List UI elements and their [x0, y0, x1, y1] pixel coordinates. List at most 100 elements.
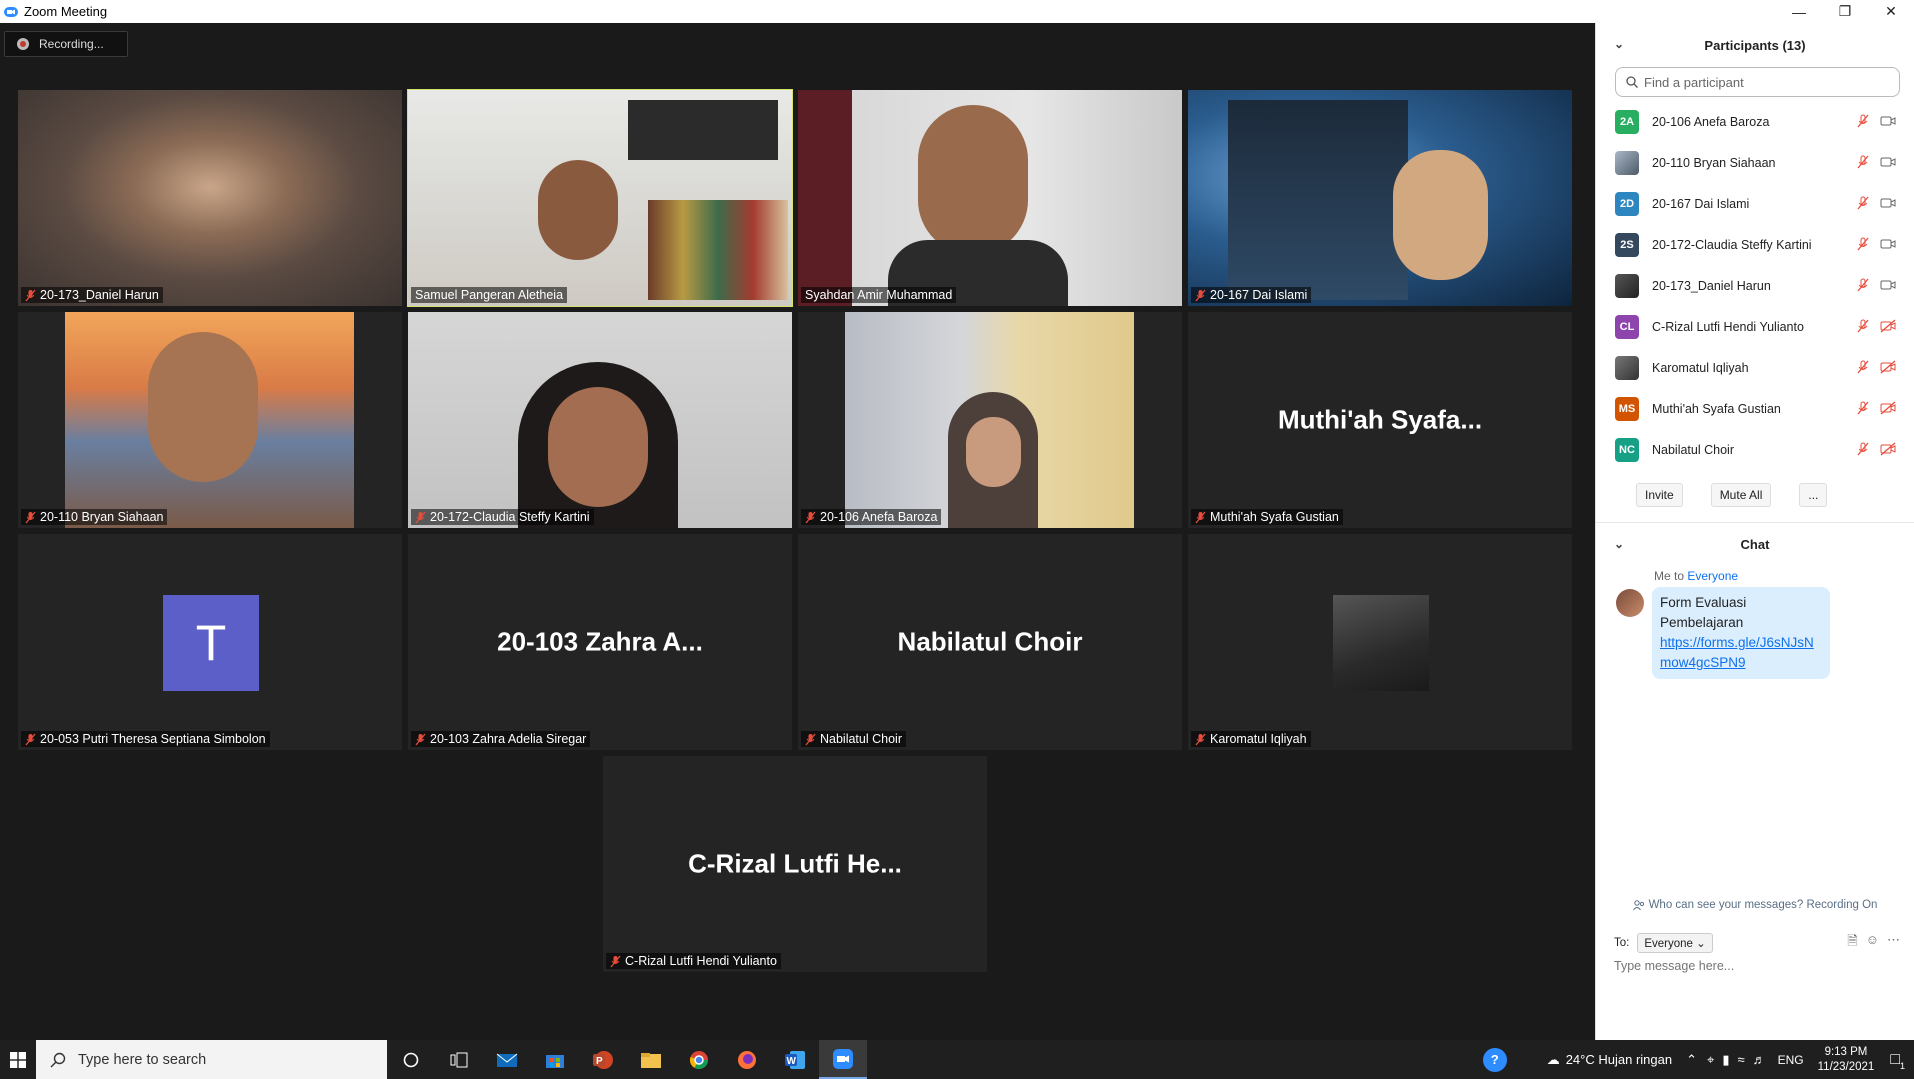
mic-muted-icon[interactable] [1856, 237, 1870, 251]
word-app-icon[interactable]: W [771, 1040, 819, 1079]
mic-muted-icon[interactable] [1856, 319, 1870, 333]
message-bubble: Form Evaluasi Pembelajaran https://forms… [1652, 587, 1830, 679]
more-options-button[interactable]: ... [1799, 483, 1828, 507]
mic-muted-icon[interactable] [1856, 360, 1870, 374]
mic-muted-icon[interactable] [1856, 401, 1870, 415]
participant-display-name: Nabilatul Choir [897, 626, 1083, 657]
video-camera-icon[interactable] [1880, 278, 1896, 292]
video-tile[interactable]: 20-110 Bryan Siahaan [18, 312, 402, 528]
store-app-icon[interactable] [531, 1040, 579, 1079]
participant-row[interactable]: NC Nabilatul Choir [1596, 429, 1914, 470]
who-can-see-notice[interactable]: Who can see your messages? Recording On [1596, 899, 1914, 911]
video-tile[interactable]: T 20-053 Putri Theresa Septiana Simbolon [18, 534, 402, 750]
file-explorer-icon[interactable] [627, 1040, 675, 1079]
clock[interactable]: 9:13 PM 11/23/2021 [1818, 1045, 1875, 1075]
window-title: Zoom Meeting [24, 4, 108, 19]
video-tile[interactable]: 20-103 Zahra A... 20-103 Zahra Adelia Si… [408, 534, 792, 750]
message-link[interactable]: https://forms.gle/J6sNJsNmow4gcSPN9 [1660, 633, 1822, 673]
participant-display-name: 20-103 Zahra A... [497, 626, 703, 657]
participant-row[interactable]: 2A 20-106 Anefa Baroza [1596, 101, 1914, 142]
task-view-icon[interactable] [435, 1040, 483, 1079]
participant-search-placeholder: Find a participant [1644, 74, 1744, 90]
participant-row[interactable]: 20-110 Bryan Siahaan [1596, 142, 1914, 183]
language-indicator[interactable]: ENG [1778, 1053, 1804, 1067]
participant-name: 20-103 Zahra Adelia Siregar [430, 732, 587, 746]
zoom-taskbar-icon[interactable] [819, 1040, 867, 1079]
collapse-participants-chevron-icon[interactable]: ⌄ [1614, 37, 1624, 51]
volume-icon[interactable]: ♬ [1753, 1052, 1766, 1067]
video-off-icon[interactable] [1880, 442, 1896, 456]
help-icon[interactable]: ? [1482, 1047, 1507, 1072]
video-tile[interactable]: Muthi'ah Syafa... Muthi'ah Syafa Gustian [1188, 312, 1572, 528]
minimize-button[interactable]: — [1776, 0, 1822, 23]
mic-muted-icon[interactable] [1856, 442, 1870, 456]
video-tile[interactable]: Syahdan Amir Muhammad [798, 90, 1182, 306]
cortana-icon[interactable] [387, 1040, 435, 1079]
wifi-icon[interactable]: ≈ [1737, 1052, 1744, 1067]
video-tile[interactable]: 20-167 Dai Islami [1188, 90, 1572, 306]
recipient-dropdown[interactable]: Everyone ⌄ [1637, 933, 1713, 953]
participant-avatar [1615, 150, 1639, 175]
participant-row[interactable]: 20-173_Daniel Harun [1596, 265, 1914, 306]
video-tile[interactable]: C-Rizal Lutfi He... C-Rizal Lutfi Hendi … [603, 756, 987, 972]
chat-message-input[interactable] [1614, 959, 1900, 1029]
video-tile-active-speaker[interactable]: Samuel Pangeran Aletheia [407, 89, 793, 307]
more-icon[interactable]: ⋯ [1887, 932, 1900, 954]
chevron-up-icon[interactable]: ⌃ [1686, 1052, 1697, 1068]
video-off-icon[interactable] [1880, 319, 1896, 333]
video-tile[interactable]: 20-172-Claudia Steffy Kartini [408, 312, 792, 528]
video-camera-icon[interactable] [1880, 155, 1896, 169]
participant-row[interactable]: 2S 20-172-Claudia Steffy Kartini [1596, 224, 1914, 265]
participant-row-name: Karomatul Iqliyah [1652, 360, 1749, 375]
video-person [918, 105, 1028, 255]
collapse-chat-chevron-icon[interactable]: ⌄ [1614, 537, 1624, 551]
start-button[interactable] [0, 1040, 36, 1079]
taskbar-search-box[interactable]: Type here to search [36, 1040, 387, 1079]
invite-button[interactable]: Invite [1636, 483, 1683, 507]
video-tile[interactable]: Nabilatul Choir Nabilatul Choir [798, 534, 1182, 750]
notification-icon[interactable]: □ 1 [1890, 1051, 1905, 1071]
mic-muted-icon [25, 289, 36, 301]
emoji-icon[interactable]: ☺ [1866, 932, 1879, 954]
search-icon [50, 1052, 66, 1067]
video-off-icon[interactable] [1880, 360, 1896, 374]
participant-row[interactable]: 2D 20-167 Dai Islami [1596, 183, 1914, 224]
mic-muted-icon[interactable] [1856, 278, 1870, 292]
participant-row[interactable]: MS Muthi'ah Syafa Gustian [1596, 388, 1914, 429]
participant-row[interactable]: Karomatul Iqliyah [1596, 347, 1914, 388]
mic-muted-icon[interactable] [1856, 196, 1870, 210]
video-camera-icon[interactable] [1880, 114, 1896, 128]
powerpoint-app-icon[interactable]: P [579, 1040, 627, 1079]
participant-name: Muthi'ah Syafa Gustian [1210, 510, 1339, 524]
mic-muted-icon[interactable] [1856, 155, 1870, 169]
taskbar-search-placeholder: Type here to search [78, 1051, 207, 1068]
recording-indicator[interactable]: Recording... [4, 31, 128, 57]
participant-row[interactable]: CL C-Rizal Lutfi Hendi Yulianto [1596, 306, 1914, 347]
file-icon[interactable]: 🗎 [1847, 932, 1857, 954]
video-camera-icon[interactable] [1880, 237, 1896, 251]
mic-muted-icon [805, 733, 816, 745]
message-text-line: Form Evaluasi [1660, 595, 1747, 610]
participant-name: 20-173_Daniel Harun [40, 288, 159, 302]
video-off-icon[interactable] [1880, 401, 1896, 415]
mail-app-icon[interactable] [483, 1040, 531, 1079]
chrome-app-icon[interactable] [675, 1040, 723, 1079]
mic-muted-icon[interactable] [1856, 114, 1870, 128]
participant-search[interactable]: Find a participant [1615, 67, 1900, 97]
close-window-button[interactable]: ✕ [1868, 0, 1914, 23]
participant-name: 20-106 Anefa Baroza [820, 510, 938, 524]
restore-button[interactable]: ❐ [1822, 0, 1868, 23]
battery-icon[interactable]: ▮ [1722, 1052, 1729, 1068]
weather-text[interactable]: 24°C Hujan ringan [1566, 1052, 1672, 1067]
mute-all-button[interactable]: Mute All [1710, 483, 1772, 507]
video-tile[interactable]: 20-173_Daniel Harun [18, 90, 402, 306]
video-tile[interactable]: 20-106 Anefa Baroza [798, 312, 1182, 528]
video-tile[interactable]: Karomatul Iqliyah [1188, 534, 1572, 750]
firefox-app-icon[interactable] [723, 1040, 771, 1079]
participant-avatar: T [163, 595, 259, 691]
network-icon[interactable]: ⌖ [1707, 1052, 1714, 1068]
participant-name: 20-053 Putri Theresa Septiana Simbolon [40, 732, 266, 746]
message-recipient[interactable]: Everyone [1687, 569, 1738, 583]
video-camera-icon[interactable] [1880, 196, 1896, 210]
participant-name: Karomatul Iqliyah [1210, 732, 1307, 746]
